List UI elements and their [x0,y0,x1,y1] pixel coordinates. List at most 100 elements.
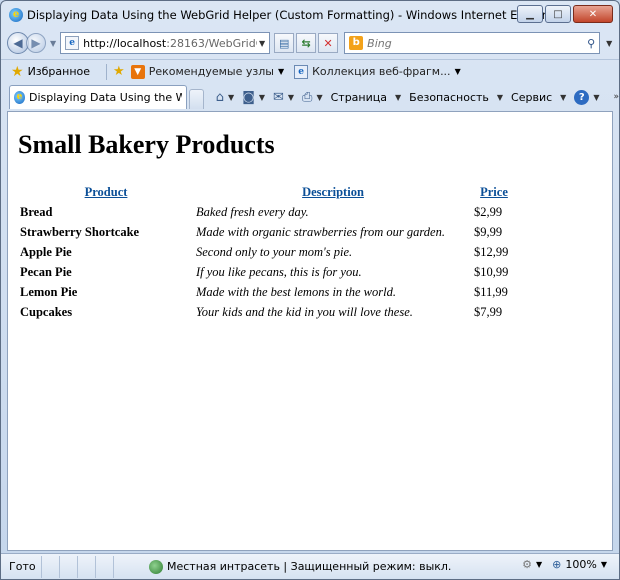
description-cell: If you like pecans, this is for you. [196,264,362,279]
table-row: Pecan Pie If you like pecans, this is fo… [18,262,516,282]
help-icon[interactable]: ? [574,89,590,105]
close-window-button[interactable]: ✕ [573,5,613,23]
status-bar: Гото Местная интрасеть | Защищенный режи… [1,553,619,579]
chevron-more-icon[interactable]: » [613,92,619,102]
search-input[interactable] [367,36,584,50]
recent-pages-dropdown[interactable]: ▼ [50,39,56,48]
maximize-button[interactable]: □ [545,5,571,23]
web-slice-gallery-link[interactable]: Коллекция веб-фрагм... [312,65,450,78]
status-pane [113,555,131,578]
web-slice-icon: e [294,64,309,79]
address-bar[interactable]: e http://localhost:28163/WebGridColu ▼ [60,32,271,54]
address-url[interactable]: http://localhost:28163/WebGridColu [83,37,257,50]
price-cell: $10,99 [474,264,509,279]
stop-icon: ✕ [323,36,333,50]
browser-window: e Displaying Data Using the WebGrid Help… [0,0,620,580]
page-icon: e [65,36,80,50]
table-row: Strawberry Shortcake Made with organic s… [18,222,516,242]
page-menu[interactable]: Страница [331,91,387,104]
tab-current[interactable]: e Displaying Data Using the Web... [9,85,187,109]
address-tools: ▤ ⇆ ✕ [274,33,339,53]
status-right: ⚙ ▼ ⊕ 100% ▼ [522,558,613,571]
feeds-icon[interactable]: ◙ [242,90,255,105]
page-menu-dropdown[interactable]: ▼ [395,93,401,102]
forward-button[interactable]: ▶ [26,33,46,53]
price-cell: $12,99 [474,244,509,259]
description-cell: Second only to your mom's pie. [196,244,353,259]
security-zone[interactable]: Местная интрасеть | Защищенный режим: вы… [149,559,452,574]
safety-menu[interactable]: Безопасность [409,91,489,104]
zoom-dropdown[interactable]: ▼ [601,560,607,569]
status-panes [41,555,131,578]
url-path: :28163/WebGridColu [166,36,257,50]
favorites-button[interactable]: Избранное [28,65,90,78]
search-box[interactable]: b ⚲ [344,32,601,54]
product-cell: Cupcakes [20,304,73,319]
title-bar: e Displaying Data Using the WebGrid Help… [1,1,619,29]
navigation-bar: ◀ ▶ ▼ e http://localhost:28163/WebGridCo… [1,29,619,57]
sort-by-description-link[interactable]: Description [302,185,364,199]
description-cell: Baked fresh every day. [196,204,309,219]
status-pane [77,555,95,578]
page-title: Small Bakery Products [18,130,275,159]
table-row: Lemon Pie Made with the best lemons in t… [18,282,516,302]
refresh-button[interactable]: ⇆ [296,33,317,53]
description-column-header: Description [194,182,472,202]
protected-mode-dropdown[interactable]: ▼ [536,560,542,569]
suggested-sites-link[interactable]: Рекомендуемые узлы [149,65,274,78]
tab-bar: e Displaying Data Using the Web... ⌂ ▼ ◙… [1,83,619,109]
new-tab-button[interactable] [189,89,204,109]
url-host: http://localhost [83,36,167,50]
print-icon[interactable]: ⎙ [302,90,312,105]
product-cell: Lemon Pie [20,284,78,299]
print-dropdown[interactable]: ▼ [316,93,322,102]
tools-menu[interactable]: Сервис [511,91,552,104]
price-cell: $7,99 [474,304,503,319]
address-dropdown-icon[interactable]: ▼ [259,39,265,48]
add-to-favorites-icon[interactable]: ★ [113,64,125,79]
sort-by-price-link[interactable]: Price [480,185,508,199]
status-pane [59,555,77,578]
sort-by-product-link[interactable]: Product [85,185,128,199]
table-row: Cupcakes Your kids and the kid in you wi… [18,302,516,322]
product-cell: Bread [20,204,53,219]
mail-dropdown[interactable]: ▼ [288,93,294,102]
safety-menu-dropdown[interactable]: ▼ [497,93,503,102]
search-icon[interactable]: ⚲ [587,37,595,50]
favorites-star-icon[interactable]: ★ [11,64,24,80]
zoom-level[interactable]: 100% [565,558,596,571]
price-cell: $11,99 [474,284,508,299]
zoom-icon[interactable]: ⊕ [552,558,561,571]
compatibility-view-button[interactable]: ▤ [274,33,295,53]
web-slice-dropdown[interactable]: ▼ [455,67,461,76]
product-cell: Pecan Pie [20,264,72,279]
products-grid: Product Description Price Bread Baked fr… [18,182,516,322]
product-cell: Strawberry Shortcake [20,224,140,239]
stop-button[interactable]: ✕ [318,33,339,53]
divider [106,63,108,80]
suggested-sites-icon: ▼ [130,64,145,79]
favorites-bar: ★ Избранное ★ ▼ Рекомендуемые узлы ▼ e К… [1,59,619,83]
minimize-button[interactable]: ▁ [517,5,543,23]
bing-icon: b [349,36,364,50]
protected-mode-icon[interactable]: ⚙ [522,558,532,571]
home-dropdown[interactable]: ▼ [228,93,234,102]
status-pane [95,555,113,578]
search-options-dropdown[interactable]: ▼ [606,39,612,48]
security-zone-label: Местная интрасеть | Защищенный режим: вы… [167,560,452,573]
home-icon[interactable]: ⌂ [216,90,224,105]
window-title: Displaying Data Using the WebGrid Helper… [27,8,559,22]
help-dropdown[interactable]: ▼ [593,93,599,102]
back-arrow-icon: ◀ [13,36,23,50]
tab-label: Displaying Data Using the Web... [28,91,182,104]
mail-icon[interactable]: ✉ [273,90,284,105]
suggested-sites-dropdown[interactable]: ▼ [278,67,284,76]
price-cell: $2,99 [474,204,503,219]
compatibility-icon: ▤ [278,36,290,50]
status-pane [41,555,59,578]
tab-ie-icon: e [14,91,25,104]
page-content: Small Bakery Products Product Descriptio… [7,111,613,551]
feeds-dropdown[interactable]: ▼ [259,93,265,102]
tools-menu-dropdown[interactable]: ▼ [560,93,566,102]
command-bar: ⌂ ▼ ◙ ▼ ✉ ▼ ⎙ ▼ Страница ▼ Безопасность … [216,85,619,109]
